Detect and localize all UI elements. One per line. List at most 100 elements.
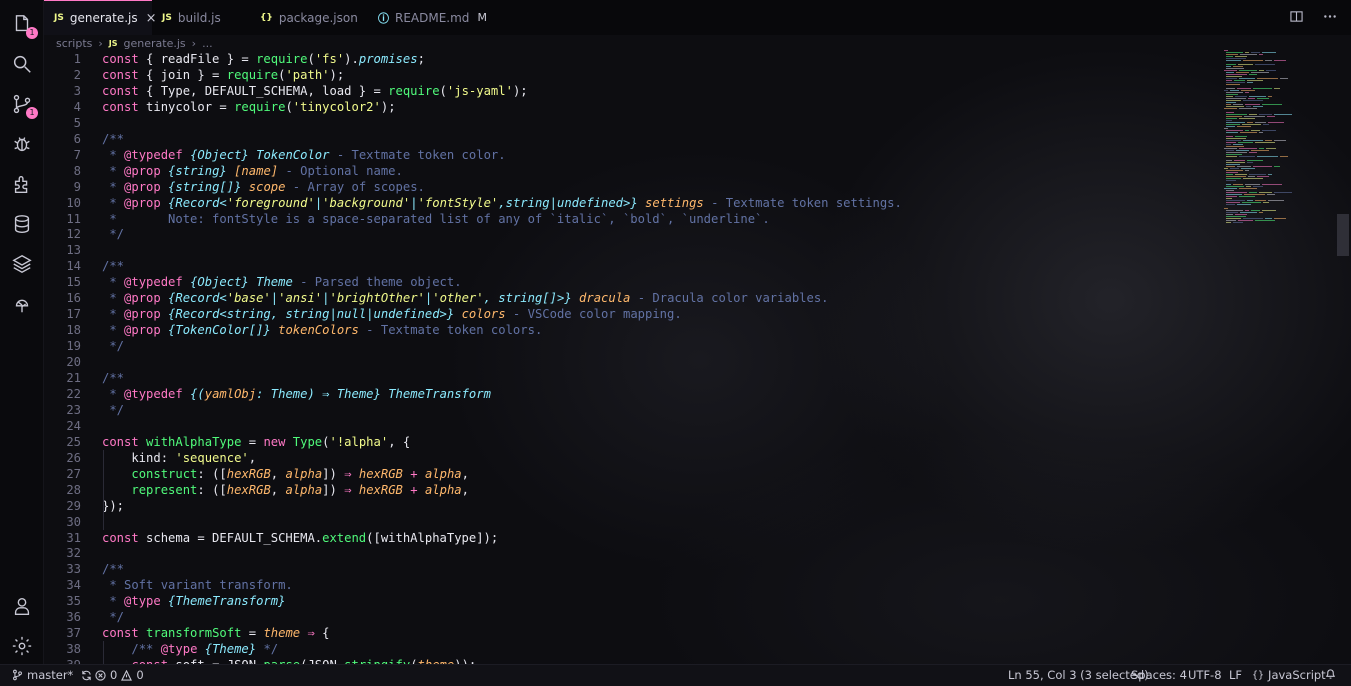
minimap-stroke <box>1226 76 1242 77</box>
tab-package-json[interactable]: {} package.json <box>250 0 358 35</box>
code-line[interactable]: 24 <box>44 418 1224 434</box>
code-line[interactable]: 23 */ <box>44 402 1224 418</box>
code-line[interactable]: 14 /** <box>44 258 1224 274</box>
code-line[interactable]: 19 */ <box>44 338 1224 354</box>
code-line[interactable]: 39 const soft = JSON.parse(JSON.stringif… <box>44 657 1224 664</box>
code-line[interactable]: 18 * @prop {TokenColor[]} tokenColors - … <box>44 322 1224 338</box>
code-line[interactable]: 28 represent: ([hexRGB, alpha]) ⇒ hexRGB… <box>44 482 1224 498</box>
code-line[interactable]: 20 <box>44 354 1224 370</box>
branch-indicator[interactable]: master* <box>12 668 92 682</box>
end-of-line[interactable]: LF <box>1229 668 1242 682</box>
code-text: * Note: fontStyle is a space-separated l… <box>102 211 770 226</box>
minimap-stroke <box>1239 156 1255 157</box>
code-text: */ <box>102 227 125 242</box>
code-line[interactable]: 37 const transformSoft = theme ⇒ { <box>44 625 1224 641</box>
code-editor[interactable]: 1 const { readFile } = require('fs').prom… <box>44 51 1224 664</box>
code-line[interactable]: 15 * @typedef {Object} Theme - Parsed th… <box>44 274 1224 290</box>
tab-bar: JS generate.js × JS build.js {} package.… <box>44 0 1351 35</box>
code-line[interactable]: 27 construct: ([hexRGB, alpha]) ⇒ hexRGB… <box>44 466 1224 482</box>
scrollbar-thumb[interactable] <box>1337 214 1349 256</box>
minimap-stroke <box>1226 160 1232 161</box>
code-line[interactable]: 33 /** <box>44 561 1224 577</box>
code-line[interactable]: 36 */ <box>44 609 1224 625</box>
code-line[interactable]: 10 * @prop {Record<'foreground'|'backgro… <box>44 195 1224 211</box>
code-line[interactable]: 30 <box>44 514 1224 530</box>
code-line[interactable]: 31 const schema = DEFAULT_SCHEMA.extend([… <box>44 530 1224 546</box>
tree-icon[interactable] <box>10 292 34 316</box>
code-line[interactable]: 16 * @prop {Record<'base'|'ansi'|'bright… <box>44 290 1224 306</box>
minimap-stroke <box>1253 106 1263 107</box>
layers-icon[interactable] <box>10 252 34 276</box>
minimap[interactable] <box>1224 50 1336 223</box>
tab-build-js[interactable]: JS build.js <box>152 0 244 35</box>
code-line[interactable]: 11 * Note: fontStyle is a space-separate… <box>44 211 1224 227</box>
code-line[interactable]: 1 const { readFile } = require('fs').prom… <box>44 51 1224 67</box>
code-line[interactable]: 4 const tinycolor = require('tinycolor2')… <box>44 99 1224 115</box>
code-line[interactable]: 26 kind: 'sequence', <box>44 450 1224 466</box>
sync-icon[interactable] <box>81 670 92 681</box>
minimap-stroke <box>1226 94 1238 95</box>
minimap-stroke <box>1226 174 1233 175</box>
problems-indicator[interactable]: 0 0 <box>95 668 144 682</box>
indentation[interactable]: Spaces: 4 <box>1131 668 1187 682</box>
minimap-stroke <box>1226 180 1236 181</box>
minimap-stroke <box>1248 98 1255 99</box>
more-actions-icon[interactable] <box>1323 10 1337 27</box>
code-line[interactable]: 12 */ <box>44 226 1224 242</box>
vertical-scrollbar[interactable] <box>1336 51 1350 664</box>
code-text: * @prop {TokenColor[]} tokenColors - Tex… <box>102 323 543 338</box>
search-icon[interactable] <box>10 52 34 76</box>
minimap-stroke <box>1280 156 1288 157</box>
code-line[interactable]: 25 const withAlphaType = new Type('!alpha… <box>44 434 1224 450</box>
explorer-icon[interactable]: 1 <box>10 12 38 39</box>
minimap-stroke <box>1230 168 1239 169</box>
notifications-bell-icon[interactable] <box>1325 668 1336 680</box>
minimap-stroke <box>1259 132 1263 133</box>
database-icon[interactable] <box>10 212 34 236</box>
code-text: kind: 'sequence', <box>102 450 257 465</box>
minimap-stroke <box>1246 186 1251 187</box>
code-line[interactable]: 3 const { Type, DEFAULT_SCHEMA, load } = … <box>44 83 1224 99</box>
encoding[interactable]: UTF-8 <box>1188 668 1222 682</box>
code-line[interactable]: 21 /** <box>44 370 1224 386</box>
tab-generate-js[interactable]: JS generate.js × <box>44 0 157 35</box>
minimap-stroke <box>1249 152 1257 153</box>
tab-label: package.json <box>278 10 358 25</box>
source-control-icon[interactable]: 1 <box>10 92 38 119</box>
code-line[interactable]: 17 * @prop {Record<string, string|null|u… <box>44 306 1224 322</box>
code-line[interactable]: 8 * @prop {string} [name] - Optional nam… <box>44 163 1224 179</box>
code-line[interactable]: 34 * Soft variant transform. <box>44 577 1224 593</box>
line-number: 28 <box>66 482 81 497</box>
code-line[interactable]: 13 <box>44 242 1224 258</box>
minimap-stroke <box>1249 192 1257 193</box>
breadcrumb-symbol[interactable]: ... <box>202 37 213 50</box>
code-line[interactable]: 9 * @prop {string[]} scope - Array of sc… <box>44 179 1224 195</box>
breadcrumb-file[interactable]: generate.js <box>124 37 186 50</box>
minimap-stroke <box>1233 104 1243 105</box>
line-number: 32 <box>66 546 81 561</box>
git-branch-icon <box>13 669 22 681</box>
account-icon[interactable] <box>10 594 34 618</box>
minimap-stroke <box>1226 152 1247 153</box>
warning-icon <box>121 669 133 681</box>
code-line[interactable]: 35 * @type {ThemeTransform} <box>44 593 1224 609</box>
language-mode[interactable]: {} JavaScript <box>1252 668 1326 682</box>
code-line[interactable]: 5 <box>44 115 1224 131</box>
cursor-position[interactable]: Ln 55, Col 3 (3 selected) <box>1008 668 1149 682</box>
debug-icon[interactable] <box>10 132 34 156</box>
code-line[interactable]: 7 * @typedef {Object} TokenColor - Textm… <box>44 147 1224 163</box>
code-line[interactable]: 6 /** <box>44 131 1224 147</box>
code-line[interactable]: 29}); <box>44 498 1224 514</box>
code-line[interactable]: 2 const { join } = require('path'); <box>44 67 1224 83</box>
line-number: 34 <box>66 578 81 593</box>
tab-readme-md[interactable]: ⓘ README.md M <box>368 0 498 35</box>
settings-gear-icon[interactable] <box>10 634 34 658</box>
split-editor-icon[interactable] <box>1290 10 1303 27</box>
minimap-stroke <box>1226 198 1232 199</box>
code-line[interactable]: 32 <box>44 545 1224 561</box>
minimap-stroke <box>1226 202 1240 203</box>
breadcrumb-folder[interactable]: scripts <box>56 37 92 50</box>
extensions-icon[interactable] <box>10 172 34 196</box>
code-line[interactable]: 38 /** @type {Theme} */ <box>44 641 1224 657</box>
code-line[interactable]: 22 * @typedef {(yamlObj: Theme) ⇒ Theme}… <box>44 386 1224 402</box>
